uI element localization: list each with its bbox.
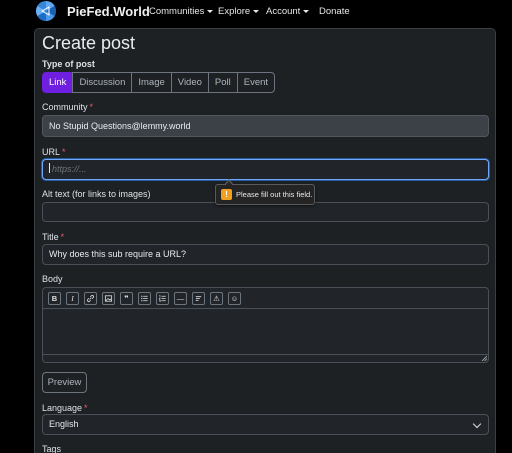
required-mark: * — [62, 147, 66, 157]
body-editor: B I ❞ — ⚠ ☺ — [42, 287, 489, 363]
caret-down-icon — [303, 10, 310, 13]
post-type-link-button[interactable]: Link — [42, 72, 74, 93]
post-type-poll-button[interactable]: Poll — [207, 72, 238, 93]
page-title: Create post — [42, 33, 136, 53]
alt-text-label: Alt text (for links to images) — [42, 189, 151, 199]
language-value: English — [49, 419, 79, 429]
community-label: Community * — [42, 102, 94, 112]
language-label: Language * — [42, 403, 88, 413]
required-mark: * — [60, 232, 65, 242]
quote-icon[interactable]: ❞ — [120, 292, 133, 305]
numbered-list-icon[interactable] — [156, 292, 169, 305]
nav-donate[interactable]: Donate — [319, 6, 350, 17]
post-type-label: Type of post — [42, 59, 95, 69]
piefed-logo-icon[interactable] — [36, 1, 56, 21]
post-type-selector: Link Discussion Image Video Poll Event — [42, 72, 276, 93]
body-textarea[interactable] — [43, 310, 488, 355]
link-icon[interactable] — [84, 292, 97, 305]
required-mark: * — [89, 102, 94, 112]
community-field[interactable]: No Stupid Questions@lemmy.world — [42, 115, 489, 137]
editor-toolbar: B I ❞ — ⚠ ☺ — [43, 288, 488, 309]
title-label: Title * — [42, 232, 65, 242]
caret-down-icon — [207, 10, 214, 13]
italic-icon[interactable]: I — [66, 292, 79, 305]
caret-down-icon — [253, 10, 260, 13]
bold-icon[interactable]: B — [48, 292, 61, 305]
chevron-down-icon — [472, 419, 482, 429]
nav-explore[interactable]: Explore — [218, 6, 260, 17]
required-mark: * — [84, 403, 88, 413]
text-cursor — [49, 163, 50, 173]
post-type-image-button[interactable]: Image — [131, 72, 172, 93]
language-select[interactable]: English — [42, 414, 489, 435]
post-type-event-button[interactable]: Event — [236, 72, 276, 93]
nav-communities[interactable]: Communities — [149, 6, 214, 17]
emoji-icon[interactable]: ☺ — [228, 292, 241, 305]
heading-icon[interactable] — [192, 292, 205, 305]
spoiler-icon[interactable]: ⚠ — [210, 292, 223, 305]
navbar: PieFed.World Communities Explore Account… — [0, 0, 512, 24]
alt-text-field[interactable] — [42, 202, 489, 222]
post-type-video-button[interactable]: Video — [170, 72, 209, 93]
bulleted-list-icon[interactable] — [138, 292, 151, 305]
nav-account[interactable]: Account — [266, 6, 310, 17]
url-label: URL * — [42, 147, 66, 157]
url-field[interactable]: https://... — [42, 159, 489, 180]
url-placeholder: https://... — [52, 164, 87, 174]
body-label: Body — [42, 274, 63, 284]
tooltip-text: Please fill out this field. — [236, 190, 313, 199]
validation-tooltip: ! Please fill out this field. — [215, 179, 315, 205]
resize-handle-icon[interactable] — [481, 355, 487, 361]
preview-button[interactable]: Preview — [42, 372, 87, 393]
post-type-discussion-button[interactable]: Discussion — [72, 72, 133, 93]
horizontal-rule-icon[interactable]: — — [174, 292, 187, 305]
editor-statusbar — [43, 354, 488, 362]
image-icon[interactable] — [102, 292, 115, 305]
title-field[interactable]: Why does this sub require a URL? — [42, 244, 489, 265]
brand-name[interactable]: PieFed.World — [67, 4, 150, 19]
warning-icon: ! — [221, 189, 232, 200]
tags-label: Tags — [42, 444, 62, 453]
